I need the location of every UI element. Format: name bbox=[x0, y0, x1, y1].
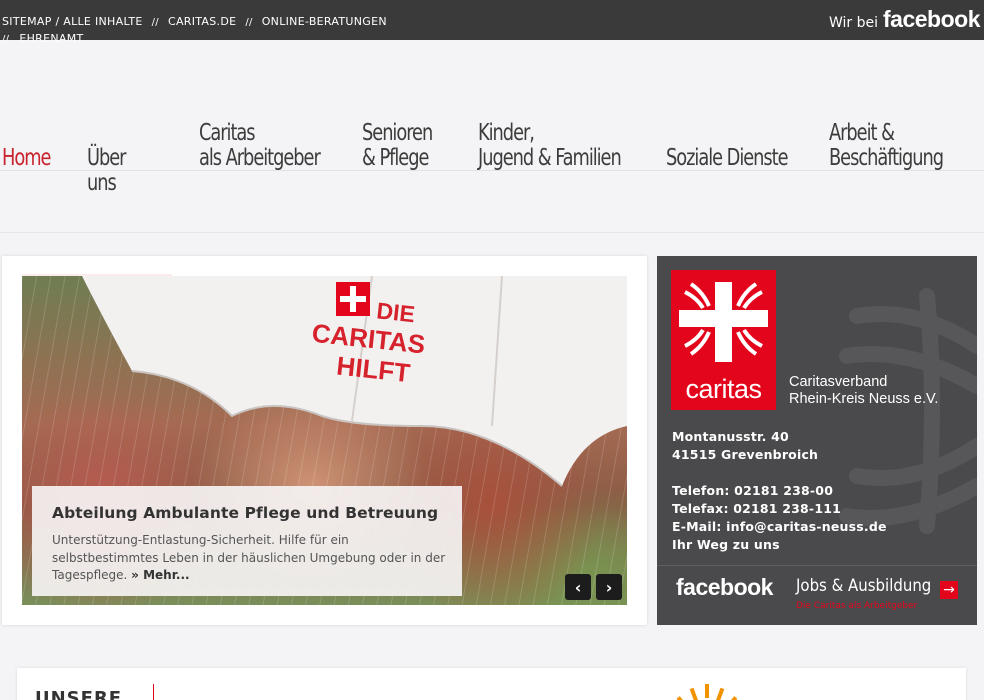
nav-item-home[interactable]: Home bbox=[2, 145, 51, 171]
contact-address: Montanusstr. 40 41515 Grevenbroich Telef… bbox=[672, 428, 887, 554]
nav-item-ueber-uns[interactable]: Über uns bbox=[87, 145, 126, 196]
nav-item-kinder-jugend-familien[interactable]: Kinder, Jugend & Familien bbox=[478, 120, 622, 171]
separator: // bbox=[151, 17, 159, 28]
org-line: Caritasverband bbox=[789, 374, 888, 390]
nav-item-soziale-dienste[interactable]: Soziale Dienste bbox=[666, 145, 789, 171]
street: Montanusstr. 40 bbox=[672, 429, 789, 444]
prev-slide-button[interactable]: ‹ bbox=[565, 574, 591, 600]
nav-label: Über bbox=[87, 145, 126, 171]
link-ehrenamt[interactable]: EHRENAMT bbox=[19, 32, 83, 45]
contact-divider bbox=[657, 565, 977, 566]
city: 41515 Grevenbroich bbox=[672, 447, 819, 462]
slide-title: Abteilung Ambulante Pflege und Betreuung bbox=[52, 504, 439, 522]
arrow-right-icon[interactable]: → bbox=[940, 581, 958, 599]
nav-item-arbeit-beschaeftigung[interactable]: Arbeit & Beschäftigung bbox=[829, 120, 944, 171]
organization-name: Caritasverband Rhein-Kreis Neuss e.V. bbox=[789, 374, 938, 408]
next-slide-button[interactable]: › bbox=[596, 574, 622, 600]
nav-label: & Pflege bbox=[362, 145, 429, 171]
fax: Telefax: 02181 238-111 bbox=[672, 501, 842, 516]
caritas-logo[interactable]: caritas bbox=[671, 270, 776, 410]
nav-label: Beschäftigung bbox=[829, 145, 944, 171]
phone: Telefon: 02181 238-00 bbox=[672, 483, 834, 498]
directions-link[interactable]: Ihr Weg zu uns bbox=[672, 536, 887, 554]
nav-label: Senioren bbox=[362, 120, 433, 146]
section-divider bbox=[0, 232, 984, 233]
slide-caption: Abteilung Ambulante Pflege und Betreuung… bbox=[32, 486, 462, 596]
top-links: SITEMAP / ALLE INHALTE // CARITAS.DE // ONLI… bbox=[2, 14, 422, 48]
nav-label: uns bbox=[87, 170, 117, 196]
more-link[interactable]: » Mehr... bbox=[131, 568, 189, 582]
slider-panel: DIE CARITAS HILFT Abteilung Ambulante Pf… bbox=[2, 256, 647, 625]
email-link[interactable]: E-Mail: info@caritas-neuss.de bbox=[672, 518, 887, 536]
top-bar: SITEMAP / ALLE INHALTE // CARITAS.DE // ONLI… bbox=[0, 0, 984, 45]
facebook-logo: facebook bbox=[883, 6, 980, 32]
nav-label: Caritas bbox=[199, 120, 256, 146]
separator: // bbox=[2, 34, 10, 45]
nav-item-senioren-pflege[interactable]: Senioren & Pflege bbox=[362, 120, 433, 171]
slide-image[interactable]: DIE CARITAS HILFT Abteilung Ambulante Pf… bbox=[22, 276, 627, 605]
link-sitemap[interactable]: SITEMAP / ALLE INHALTE bbox=[2, 15, 143, 28]
caritas-cross-icon bbox=[679, 282, 768, 362]
umbrella-text: DIE bbox=[375, 297, 416, 327]
facebook-prefix: Wir bei bbox=[828, 15, 879, 31]
main-navigation: Home Über uns Caritas als Arbeitgeber Se… bbox=[0, 118, 984, 218]
contact-panel: caritas Caritasverband Rhein-Kreis Neuss… bbox=[657, 256, 977, 625]
jobs-link[interactable]: Jobs & Ausbildung bbox=[796, 576, 931, 596]
link-caritas-de[interactable]: CARITAS.DE bbox=[168, 15, 236, 28]
link-online-beratungen[interactable]: ONLINE-BERATUNGEN bbox=[262, 15, 387, 28]
caritas-wordmark: caritas bbox=[685, 374, 762, 404]
nav-label: Kinder, bbox=[478, 120, 535, 146]
slide-text: Unterstützung-Entlastung-Sicherheit. Hil… bbox=[52, 532, 446, 585]
bottom-section: UNSERE bbox=[17, 668, 966, 700]
separator: // bbox=[245, 17, 253, 28]
nav-label: Soziale Dienste bbox=[666, 145, 789, 171]
section-divider-line bbox=[153, 684, 154, 700]
nav-item-caritas-arbeitgeber[interactable]: Caritas als Arbeitgeber bbox=[199, 120, 321, 171]
nav-label: als Arbeitgeber bbox=[199, 145, 321, 171]
nav-label: Home bbox=[2, 145, 51, 171]
slide-description: Unterstützung-Entlastung-Sicherheit. Hil… bbox=[52, 533, 446, 582]
nav-label: Jugend & Familien bbox=[478, 145, 622, 171]
org-line: Rhein-Kreis Neuss e.V. bbox=[789, 391, 939, 407]
jobs-subtitle: Die Caritas als Arbeitgeber bbox=[796, 601, 918, 611]
facebook-link[interactable]: facebook bbox=[676, 574, 773, 601]
section-label: UNSERE bbox=[35, 688, 123, 700]
facebook-top-link[interactable]: Wir bei facebook bbox=[828, 6, 981, 33]
nav-label: Arbeit & bbox=[829, 120, 895, 146]
slider-arrows: ‹ › bbox=[565, 574, 622, 600]
sun-icon bbox=[676, 684, 738, 700]
